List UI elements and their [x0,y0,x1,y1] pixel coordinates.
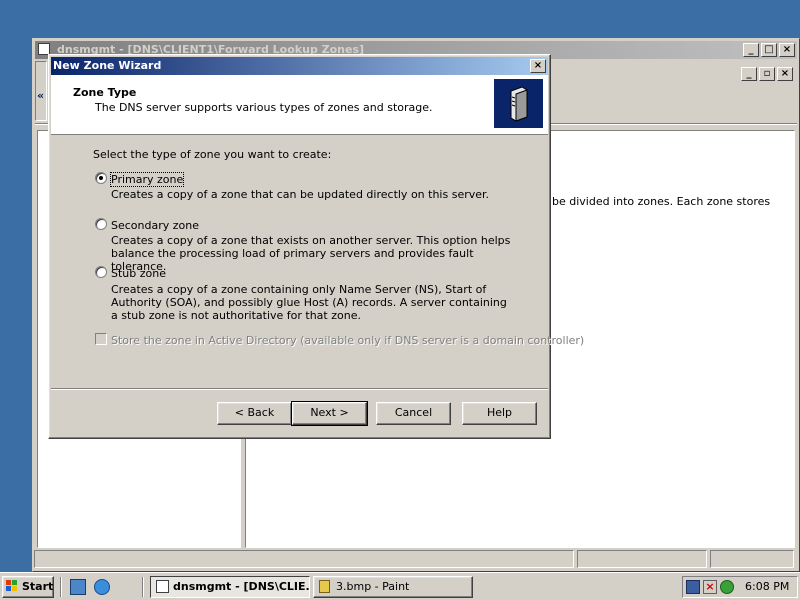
primary-zone-radio[interactable] [95,172,107,184]
internet-explorer-icon[interactable] [94,579,110,595]
wizard-button-separator [51,388,548,390]
server-icon [494,79,543,128]
back-button[interactable]: < Back [217,402,292,425]
task-button-paint[interactable]: 3.bmp - Paint [313,576,473,598]
start-button[interactable]: Start [2,576,54,598]
status-cell-3 [710,550,794,568]
network-disconnected-icon[interactable]: × [703,580,717,594]
child-minimize-button[interactable]: _ [741,67,757,81]
start-label: Start [22,580,54,593]
cancel-button[interactable]: Cancel [376,402,451,425]
zone-type-prompt: Select the type of zone you want to crea… [93,148,332,161]
task-divider [142,577,144,597]
minimize-button[interactable]: _ [743,43,759,57]
system-tray: × 6:08 PM [682,576,798,598]
status-cell-main [34,550,574,568]
store-in-ad-checkbox[interactable] [95,333,107,345]
child-close-button[interactable]: × [777,67,793,81]
details-pane-text: be divided into zones. Each zone stores [552,195,771,208]
close-button[interactable]: × [779,43,795,57]
task-label-dnsmgmt: dnsmgmt - [DNS\CLIE... [173,580,310,593]
secondary-zone-radio[interactable] [95,218,107,230]
clock[interactable]: 6:08 PM [745,580,789,593]
stub-zone-label[interactable]: Stub zone [111,267,166,280]
new-zone-wizard-dialog: New Zone Wizard × Zone Type The DNS serv… [48,54,584,439]
stub-zone-description: Creates a copy of a zone containing only… [111,283,507,322]
child-restore-button[interactable]: ▫ [759,67,775,81]
task-button-dnsmgmt[interactable]: dnsmgmt - [DNS\CLIE... [150,576,310,598]
windows-logo-icon [6,580,18,592]
radio-selected-dot [99,176,103,180]
paint-task-icon [319,580,330,593]
wizard-close-button[interactable]: × [530,59,546,73]
wizard-title-bar[interactable]: New Zone Wizard × [51,57,548,75]
dnsmgmt-task-icon [156,580,169,593]
primary-zone-label[interactable]: Primary zone [109,172,185,187]
secondary-zone-label[interactable]: Secondary zone [111,219,199,232]
show-desktop-icon[interactable] [70,579,86,595]
wizard-header: Zone Type The DNS server supports variou… [51,75,548,135]
status-bar [34,550,796,570]
primary-zone-description: Creates a copy of a zone that can be upd… [111,188,490,201]
tray-app-icon[interactable] [720,580,734,594]
status-cell-2 [577,550,707,568]
network-tray-icon[interactable] [686,580,700,594]
store-in-ad-label: Store the zone in Active Directory (avai… [111,334,585,347]
wizard-header-subtitle: The DNS server supports various types of… [95,101,433,114]
wizard-header-title: Zone Type [73,86,137,99]
secondary-zone-description: Creates a copy of a zone that exists on … [111,234,511,273]
wizard-title-text: New Zone Wizard [53,59,162,72]
quicklaunch-divider [60,577,62,597]
back-arrow-icon[interactable]: « [37,89,47,103]
maximize-button[interactable]: □ [761,43,777,57]
task-label-paint: 3.bmp - Paint [336,580,410,593]
help-button[interactable]: Help [462,402,537,425]
stub-zone-radio[interactable] [95,266,107,278]
taskbar: Start dnsmgmt - [DNS\CLIE... 3.bmp - Pai… [0,572,800,600]
next-button[interactable]: Next > [291,401,368,426]
